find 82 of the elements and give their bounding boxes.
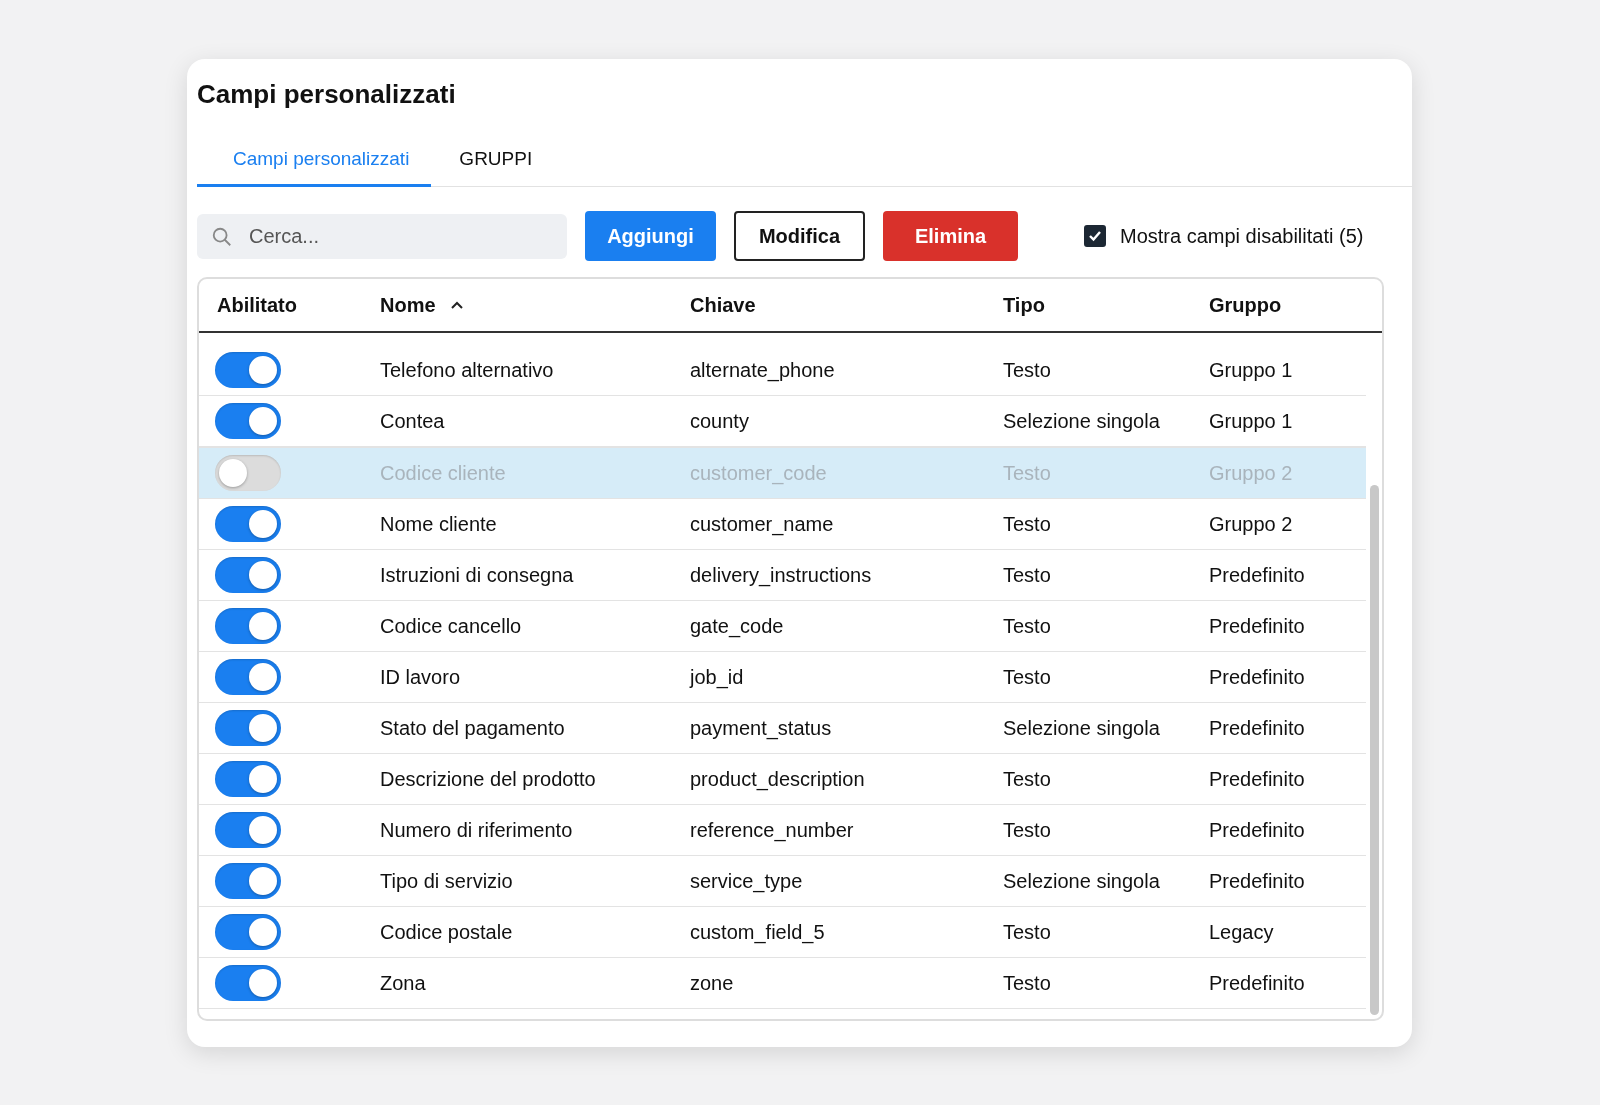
tab[interactable]: GRUPPI <box>431 140 555 187</box>
add-button[interactable]: Aggiungi <box>585 211 716 261</box>
table-cell-text: reference_number <box>689 818 855 842</box>
table-cell-text: Testo <box>1002 461 1052 485</box>
table-cell-text: Predefinito <box>1208 971 1306 995</box>
toggle-switch[interactable] <box>215 710 281 746</box>
sort-caret-icon[interactable] <box>449 300 464 310</box>
toggle-switch[interactable] <box>215 812 281 848</box>
table-cell-text: custom_field_5 <box>689 920 826 944</box>
toggle-switch[interactable] <box>215 659 281 695</box>
column-header[interactable]: Abilitato <box>217 293 297 317</box>
table-cell-text: Predefinito <box>1208 665 1306 689</box>
search-field[interactable]: Cerca... <box>197 213 567 259</box>
table-cell-text: job_id <box>688 665 745 689</box>
scrollbar-thumb[interactable] <box>1369 485 1379 1015</box>
table-cell-text: Gruppo 2 <box>1208 461 1294 485</box>
table-cell-text: Testo <box>1002 358 1052 382</box>
tab[interactable]: Campi personalizzati <box>197 140 432 187</box>
table-cell-text: Gruppo 1 <box>1208 409 1294 433</box>
table-cell-text: Nome cliente <box>379 512 498 536</box>
table-cell-text: Predefinito <box>1208 818 1306 842</box>
toggle-switch[interactable] <box>215 761 281 797</box>
table-cell-text: ID lavoro <box>379 665 462 689</box>
table-cell-text: zone <box>689 971 735 995</box>
table-cell-text: Testo <box>1002 767 1052 791</box>
edit-button[interactable]: Modifica <box>734 211 865 261</box>
table-cell-text: Selezione singola <box>1002 409 1161 433</box>
table-cell-text: delivery_instructions <box>689 563 873 587</box>
column-header[interactable]: Gruppo <box>1209 293 1282 317</box>
table-cell-text: Telefono alternativo <box>379 358 555 382</box>
delete-button[interactable]: Elimina <box>883 211 1018 261</box>
table-cell-text: Istruzioni di consegna <box>379 563 575 587</box>
column-header[interactable]: Nome <box>380 293 436 317</box>
toggle-switch[interactable] <box>215 506 281 542</box>
table-cell-text: Selezione singola <box>1002 716 1161 740</box>
table-cell-text: Codice cancello <box>379 614 523 638</box>
table-cell-text: Legacy <box>1208 920 1275 944</box>
search-icon <box>211 225 233 248</box>
checkbox-label: Mostra campi disabilitati (5) <box>1120 224 1364 248</box>
table-cell-text: Gruppo 2 <box>1208 512 1294 536</box>
toggle-switch[interactable] <box>215 965 281 1001</box>
page-title: Campi personalizzati <box>197 79 457 110</box>
column-header[interactable]: Chiave <box>690 293 756 317</box>
table-cell-text: Testo <box>1002 512 1052 536</box>
checkbox[interactable] <box>1084 225 1106 247</box>
toggle-switch[interactable] <box>215 352 281 388</box>
table-cell-text: county <box>689 409 750 433</box>
table-cell-text: Predefinito <box>1208 563 1306 587</box>
table-cell-text: Predefinito <box>1208 716 1306 740</box>
table-cell-text: Codice postale <box>379 920 514 944</box>
table-cell-text: Testo <box>1002 971 1052 995</box>
table-cell-text: Contea <box>379 409 446 433</box>
table-cell-text: Testo <box>1002 818 1052 842</box>
table-cell-text: Predefinito <box>1208 869 1306 893</box>
toggle-switch[interactable] <box>215 914 281 950</box>
table-cell-text: Testo <box>1002 563 1052 587</box>
table-cell-text: Stato del pagamento <box>379 716 566 740</box>
table-cell-text: service_type <box>689 869 804 893</box>
table-cell-text: Descrizione del prodotto <box>379 767 597 791</box>
table-cell-text: gate_code <box>689 614 785 638</box>
toggle-switch[interactable] <box>215 608 281 644</box>
table-cell-text: payment_status <box>689 716 833 740</box>
table-cell-text: Tipo di servizio <box>379 869 514 893</box>
table-cell-text: Predefinito <box>1208 767 1306 791</box>
table-cell-text: Gruppo 1 <box>1208 358 1294 382</box>
table-cell-text: customer_code <box>689 461 828 485</box>
toggle-switch[interactable] <box>215 863 281 899</box>
toggle-switch[interactable] <box>215 557 281 593</box>
table-cell-text: Testo <box>1002 665 1052 689</box>
table-cell-text: Predefinito <box>1208 614 1306 638</box>
table-cell-text: Testo <box>1002 920 1052 944</box>
table-cell-text: product_description <box>689 767 866 791</box>
table-cell-text: alternate_phone <box>689 358 836 382</box>
table-cell-text: Testo <box>1002 614 1052 638</box>
toggle-switch[interactable] <box>215 403 281 439</box>
table-cell-text: customer_name <box>689 512 835 536</box>
toggle-switch[interactable] <box>215 455 281 491</box>
column-header[interactable]: Tipo <box>1003 293 1045 317</box>
table-cell-text: Numero di riferimento <box>379 818 574 842</box>
table-cell-text: Codice cliente <box>379 461 507 485</box>
table-cell-text: Selezione singola <box>1002 869 1161 893</box>
table-cell-text: Zona <box>379 971 427 995</box>
